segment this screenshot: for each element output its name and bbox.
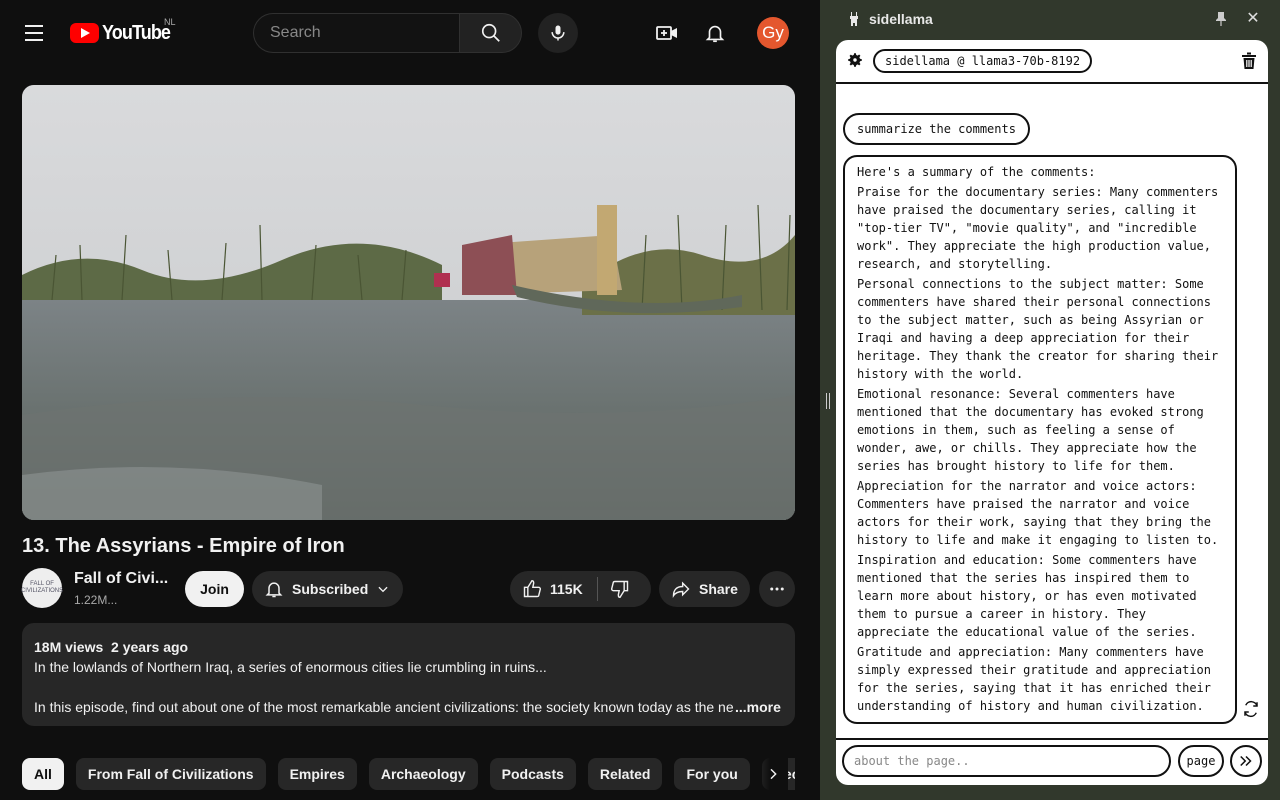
youtube-play-icon	[70, 23, 99, 43]
chevron-down-icon	[378, 586, 388, 593]
llama-logo-icon	[850, 12, 858, 26]
chip-related[interactable]: Related	[587, 758, 663, 790]
youtube-topbar: YouTube NL Gy	[0, 0, 820, 66]
chip-archaeology[interactable]: Archaeology	[368, 758, 478, 790]
sidellama-panel: sidellama @ llama3-70b-8192 summarize th…	[836, 40, 1268, 785]
voice-search-button[interactable]	[538, 13, 578, 53]
search-button[interactable]	[459, 13, 522, 53]
pin-icon[interactable]	[1214, 11, 1228, 27]
video-title: 13. The Assyrians - Empire of Iron	[22, 535, 345, 557]
sidellama-sidebar: sidellama ✕ sidellama @ llama3-70b-8192 …	[820, 0, 1280, 800]
hamburger-menu-icon[interactable]	[16, 15, 52, 51]
user-message: summarize the comments	[843, 113, 1030, 145]
country-code: NL	[164, 17, 176, 27]
filter-chips: All From Fall of Civilizations Empires A…	[22, 758, 795, 790]
assistant-message: Here's a summary of the comments: Praise…	[843, 155, 1237, 724]
chevron-right-icon	[770, 768, 777, 780]
response-paragraph: Personal connections to the subject matt…	[857, 277, 1219, 381]
youtube-logo[interactable]: YouTube	[70, 20, 178, 46]
channel-avatar[interactable]: FALL OF CIVILIZATIONS	[20, 568, 64, 608]
like-dislike-group: 115K	[510, 571, 651, 607]
response-paragraph: Gratitude and appreciation: Many comment…	[857, 645, 1212, 713]
video-player[interactable]	[22, 85, 795, 520]
description-line-2: In this episode, find out about one of t…	[34, 697, 783, 717]
response-paragraph: Praise for the documentary series: Many …	[857, 185, 1219, 271]
trash-icon[interactable]	[1241, 52, 1257, 70]
bell-icon	[705, 25, 725, 43]
chip-for-you[interactable]: For you	[674, 758, 750, 790]
chip-empires[interactable]: Empires	[277, 758, 357, 790]
description-meta: 18M views 2 years ago	[34, 637, 783, 657]
join-button[interactable]: Join	[185, 571, 244, 607]
sidellama-toolbar: sidellama @ llama3-70b-8192	[836, 40, 1268, 84]
description-line-2-text: In this episode, find out about one of t…	[34, 699, 734, 715]
chat-input-bar: page	[836, 738, 1268, 785]
youtube-logo-text: YouTube	[102, 21, 171, 44]
like-count[interactable]: 115K	[550, 581, 583, 597]
youtube-page: YouTube NL Gy	[0, 0, 820, 800]
show-more-link[interactable]: ...more	[735, 697, 781, 717]
subscribed-label: Subscribed	[292, 581, 369, 597]
regenerate-icon[interactable]	[1242, 700, 1260, 718]
sidebar-header: sidellama ✕	[820, 0, 1280, 38]
search-icon	[481, 23, 500, 42]
page-context-button[interactable]: page	[1178, 745, 1224, 777]
chip-from-channel[interactable]: From Fall of Civilizations	[75, 758, 266, 790]
like-icon[interactable]	[522, 579, 542, 599]
description-line-1: In the lowlands of Northern Iraq, a seri…	[34, 659, 547, 675]
close-icon[interactable]: ✕	[1246, 11, 1260, 27]
chips-next-button[interactable]	[758, 758, 788, 790]
gear-icon[interactable]	[846, 51, 864, 69]
upload-age: 2 years ago	[111, 639, 189, 655]
notifications-button[interactable]	[698, 16, 732, 50]
chat-history[interactable]: summarize the comments Here's a summary …	[836, 86, 1268, 738]
video-frame-image	[22, 85, 795, 520]
response-paragraph: Emotional resonance: Several commenters …	[857, 387, 1204, 473]
account-avatar[interactable]: Gy	[757, 17, 789, 49]
search-box[interactable]	[253, 13, 459, 53]
response-paragraph: Appreciation for the narrator and voice …	[857, 479, 1219, 547]
chat-input[interactable]	[842, 745, 1171, 777]
bell-icon	[265, 582, 283, 598]
model-selector[interactable]: sidellama @ llama3-70b-8192	[873, 49, 1093, 73]
share-icon	[672, 581, 690, 599]
more-actions-button[interactable]	[759, 571, 795, 607]
create-button[interactable]	[650, 16, 684, 50]
sidebar-title: sidellama	[869, 11, 933, 27]
chip-podcasts[interactable]: Podcasts	[489, 758, 576, 790]
microphone-icon	[551, 25, 565, 41]
like-divider	[596, 577, 598, 601]
subscribed-button[interactable]: Subscribed	[252, 571, 403, 607]
video-description[interactable]: 18M views 2 years ago In the lowlands of…	[22, 623, 795, 726]
share-label: Share	[699, 581, 738, 597]
view-count: 18M views	[34, 639, 104, 655]
search-input[interactable]	[270, 24, 450, 42]
send-button[interactable]	[1230, 745, 1262, 777]
more-horizontal-icon	[770, 587, 784, 591]
response-intro: Here's a summary of the comments:	[857, 165, 1096, 179]
channel-avatar-text: FALL OF CIVILIZATIONS	[20, 581, 64, 594]
resize-handle[interactable]	[826, 393, 830, 409]
channel-name[interactable]: Fall of Civi...	[74, 570, 168, 588]
channel-subscriber-count: 1.22M...	[74, 593, 118, 607]
share-button[interactable]: Share	[659, 571, 750, 607]
chip-all[interactable]: All	[22, 758, 64, 790]
response-paragraph: Inspiration and education: Some commente…	[857, 553, 1197, 639]
dislike-icon[interactable]	[610, 579, 630, 599]
double-chevron-right-icon	[1240, 755, 1252, 767]
create-video-icon	[656, 26, 677, 40]
